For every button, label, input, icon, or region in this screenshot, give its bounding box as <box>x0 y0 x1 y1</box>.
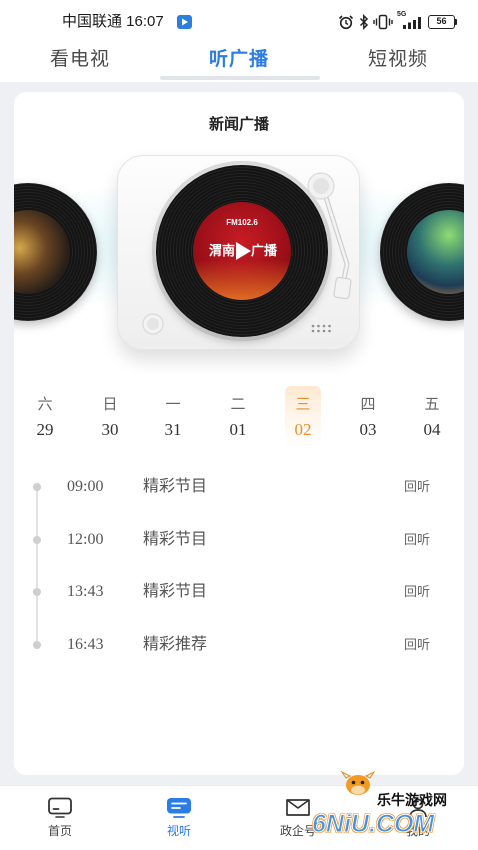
day-date: 03 <box>359 420 377 439</box>
day-weekday: 一 <box>165 397 181 413</box>
vibrate-icon <box>373 14 393 30</box>
turntable: FM102.6 渭南 广播 <box>117 155 360 350</box>
tab-indicator <box>160 76 320 80</box>
tab-short-video[interactable]: 短视频 <box>348 46 448 74</box>
timeline-dot <box>33 483 41 491</box>
status-carrier-time: 中国联通 16:07 <box>62 13 164 30</box>
schedule-row[interactable]: 12:00 精彩节目 回听 <box>14 525 464 555</box>
signal-icon <box>402 16 424 29</box>
day-item[interactable]: 四 03 <box>350 386 386 446</box>
day-weekday: 五 <box>424 397 440 413</box>
timeline-dot <box>33 536 41 544</box>
day-item[interactable]: 三 02 <box>285 386 321 446</box>
nav-label: 视听 <box>166 824 191 838</box>
home-tv-icon <box>47 797 73 819</box>
audio-video-icon <box>166 797 192 819</box>
day-date: 30 <box>101 420 119 439</box>
day-item[interactable]: 五 04 <box>414 386 450 446</box>
battery-nub <box>455 19 457 25</box>
station-title: 新闻广播 <box>208 117 269 133</box>
day-item[interactable]: 日 30 <box>92 386 128 446</box>
day-date: 29 <box>36 420 54 439</box>
tab-listen-radio[interactable]: 听广播 <box>189 46 289 74</box>
nav-home[interactable]: 首页 <box>20 785 100 850</box>
program-name: 精彩节目 <box>143 531 208 548</box>
app-screen: 中国联通 16:07 5G 56 看电视 听广播 短视频 新闻广播 FM102.… <box>0 0 478 850</box>
next-station-cover <box>407 210 464 294</box>
nav-label: 首页 <box>47 824 72 838</box>
battery-icon: 56 <box>428 15 455 29</box>
bluetooth-icon <box>359 13 369 31</box>
replay-button[interactable]: 回听 <box>404 472 438 502</box>
nav-audio-video[interactable]: 视听 <box>139 785 219 850</box>
replay-button[interactable]: 回听 <box>404 630 438 660</box>
program-time: 09:00 <box>67 478 104 495</box>
day-item[interactable]: 一 31 <box>155 386 191 446</box>
speaker-grille-icon <box>311 324 331 333</box>
day-weekday: 四 <box>360 397 376 413</box>
tab-watch-tv[interactable]: 看电视 <box>30 46 130 74</box>
program-time: 13:43 <box>67 583 104 600</box>
knob-icon <box>142 313 164 335</box>
day-date: 31 <box>164 420 182 439</box>
watermark-site-name: 乐牛游戏网 <box>377 792 447 808</box>
tonearm-icon <box>307 172 352 300</box>
watermark-logo: 6NiU.COM <box>311 810 435 839</box>
program-name: 精彩节目 <box>143 583 208 600</box>
program-time: 16:43 <box>67 636 104 653</box>
schedule-row[interactable]: 16:43 精彩推荐 回听 <box>14 630 464 660</box>
app-notification-icon <box>177 15 192 29</box>
day-date: 04 <box>423 420 441 439</box>
day-item[interactable]: 六 29 <box>27 386 63 446</box>
day-weekday: 三 <box>295 397 311 413</box>
day-item[interactable]: 二 01 <box>220 386 256 446</box>
alarm-icon <box>338 14 354 30</box>
program-name: 精彩节目 <box>143 478 208 495</box>
day-weekday: 日 <box>102 397 118 413</box>
schedule-timeline <box>36 487 38 645</box>
turntable-hardware <box>142 172 352 335</box>
radio-card: 新闻广播 FM102.6 渭南 广播 六 29 日 30 一 31 二 01 三… <box>14 92 464 775</box>
replay-button[interactable]: 回听 <box>404 577 438 607</box>
timeline-dot <box>33 588 41 596</box>
day-weekday: 六 <box>37 397 53 413</box>
mail-icon <box>285 797 311 819</box>
timeline-dot <box>33 641 41 649</box>
program-name: 精彩推荐 <box>143 636 208 653</box>
replay-button[interactable]: 回听 <box>404 525 438 555</box>
schedule-row[interactable]: 13:43 精彩节目 回听 <box>14 577 464 607</box>
prev-station-cover <box>14 210 70 294</box>
day-date: 01 <box>229 420 247 439</box>
day-date: 02 <box>294 420 312 439</box>
schedule-row[interactable]: 09:00 精彩节目 回听 <box>14 472 464 502</box>
watermark-mascot-icon <box>340 770 376 800</box>
day-weekday: 二 <box>230 397 246 413</box>
program-time: 12:00 <box>67 531 104 548</box>
